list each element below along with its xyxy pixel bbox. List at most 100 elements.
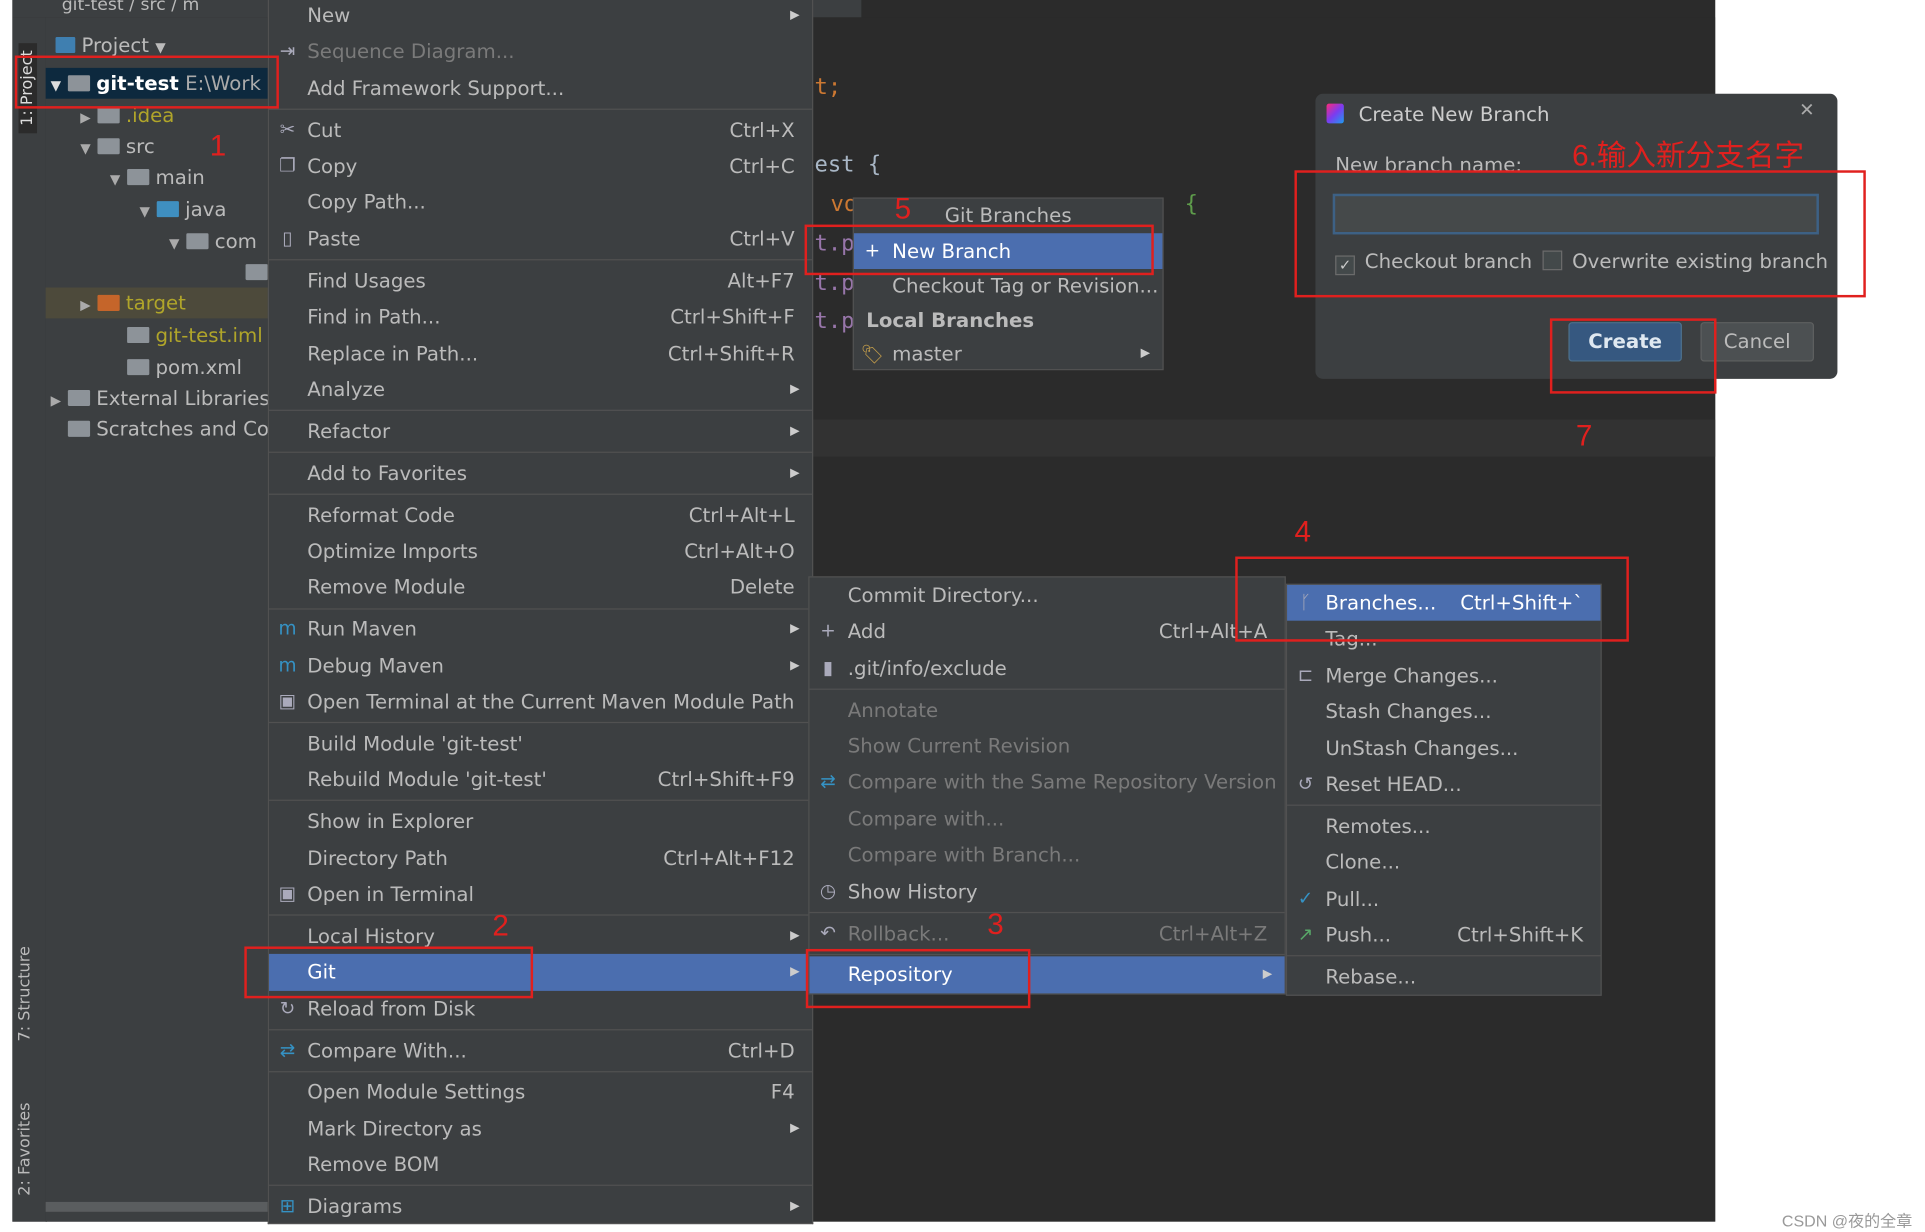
- tree-node-scratches-and-co[interactable]: Scratches and Co: [46, 413, 273, 444]
- menu-item-push[interactable]: ↗ Push... Ctrl+Shift+K: [1287, 917, 1600, 953]
- menu-item-copy[interactable]: ❐ Copy Ctrl+C: [269, 148, 812, 184]
- menu-item-refactor[interactable]: Refactor ▶: [269, 413, 812, 449]
- menu-item-find-in-path[interactable]: Find in Path... Ctrl+Shift+F: [269, 299, 812, 335]
- menu-item-compare-with[interactable]: ⇄ Compare With... Ctrl+D: [269, 1032, 812, 1068]
- menu-item-replace-in-path[interactable]: Replace in Path... Ctrl+Shift+R: [269, 335, 812, 371]
- menu-item-open-in-terminal[interactable]: ▣ Open in Terminal: [269, 876, 812, 912]
- submenu-arrow-icon: ▶: [1262, 967, 1273, 982]
- menu-item-add-framework-support[interactable]: Add Framework Support...: [269, 70, 812, 106]
- tab-favorites[interactable]: 2: Favorites: [16, 1103, 35, 1196]
- menu-item-open-module-settings[interactable]: Open Module Settings F4: [269, 1074, 812, 1110]
- menu-item-analyze[interactable]: Analyze ▶: [269, 371, 812, 407]
- submenu-arrow-icon: ▶: [1140, 346, 1151, 361]
- breadcrumb-item[interactable]: git-test: [62, 0, 124, 15]
- annotation-box-6: [1294, 170, 1866, 298]
- breadcrumb-item[interactable]: m: [183, 0, 200, 15]
- menu-item-remotes[interactable]: Remotes...: [1287, 808, 1600, 844]
- menu-item-stash-changes[interactable]: Stash Changes...: [1287, 694, 1600, 730]
- menu-separator: [269, 451, 812, 453]
- menu-separator: [269, 1028, 812, 1031]
- menu-item-label: Refactor: [307, 419, 391, 443]
- menu-item-pull[interactable]: ✓ Pull...: [1287, 881, 1600, 917]
- code-fragment: {: [1184, 191, 1199, 218]
- menu-separator: [809, 688, 1285, 690]
- left-tool-strip: 1: Project 7: Structure 2: Favorites: [12, 17, 47, 1222]
- menu-item-label: Show Current Revision: [847, 734, 1071, 758]
- menu-item-compare-with-the-same-repository-version[interactable]: ⇄ Compare with the Same Repository Versio…: [810, 764, 1285, 800]
- menu-item-label: Diagrams: [307, 1194, 403, 1219]
- menu-item-debug-maven[interactable]: m Debug Maven ▶: [269, 647, 812, 683]
- horizontal-scrollbar[interactable]: [45, 1201, 268, 1212]
- tag-icon: 🏷: [860, 343, 885, 366]
- menu-item-cut[interactable]: ✂ Cut Ctrl+X: [269, 112, 812, 148]
- code-fragment: t;: [814, 74, 842, 100]
- menu-item-commit-directory[interactable]: Commit Directory...: [810, 578, 1285, 614]
- annotation-number: 7: [1575, 419, 1593, 453]
- tab-structure[interactable]: 7: Structure: [16, 946, 35, 1041]
- menu-item-remove-bom[interactable]: Remove BOM: [269, 1147, 812, 1183]
- menu-item-open-terminal-at-the-current-maven-module-path[interactable]: ▣ Open Terminal at the Current Maven Modu…: [269, 684, 812, 720]
- menu-item-add-to-favorites[interactable]: Add to Favorites ▶: [269, 455, 812, 491]
- menu-separator: [1287, 955, 1601, 957]
- libraries-icon: [67, 389, 91, 406]
- menu-item-compare-with-branch[interactable]: Compare with Branch...: [810, 837, 1285, 873]
- maven-run-icon: m: [278, 617, 297, 640]
- menu-item-label: Mark Directory as: [307, 1116, 482, 1141]
- menu-item-label: Copy: [307, 154, 358, 178]
- menu-item-show-in-explorer[interactable]: Show in Explorer: [269, 804, 812, 840]
- menu-item-label: Copy Path...: [307, 190, 426, 215]
- ignore-file-icon: ▮: [822, 656, 834, 679]
- menu-item-sequence-diagram[interactable]: ⇥ Sequence Diagram...: [269, 34, 812, 70]
- menu-item-new[interactable]: New ▶: [269, 0, 812, 34]
- annotation-box-3: [805, 948, 1031, 1009]
- expand-arrow-icon: ▶: [80, 297, 91, 314]
- menu-item-diagrams[interactable]: ⊞ Diagrams ▶: [269, 1188, 812, 1224]
- menu-item-label: Merge Changes...: [1325, 663, 1498, 688]
- close-icon[interactable]: ✕: [1799, 99, 1815, 121]
- menu-item-label: Commit Directory...: [847, 583, 1039, 608]
- menu-item-rollback[interactable]: ↶ Rollback... Ctrl+Alt+Z: [810, 915, 1285, 951]
- menu-item-copy-path[interactable]: Copy Path...: [269, 184, 812, 220]
- menu-item-label: Remotes...: [1325, 814, 1431, 838]
- menu-item-paste[interactable]: ▯ Paste Ctrl+V: [269, 221, 812, 257]
- menu-item-label: Cut: [307, 118, 342, 142]
- menu-item-optimize-imports[interactable]: Optimize Imports Ctrl+Alt+O: [269, 533, 812, 569]
- menu-item-reformat-code[interactable]: Reformat Code Ctrl+Alt+L: [269, 497, 812, 533]
- menu-item-remove-module[interactable]: Remove Module Delete: [269, 569, 812, 605]
- menu-item-build-module-git-test[interactable]: Build Module 'git-test': [269, 725, 812, 761]
- maven-debug-icon: m: [278, 653, 297, 676]
- menu-item-compare-with[interactable]: Compare with...: [810, 801, 1285, 837]
- copy-icon: ❐: [279, 154, 296, 177]
- breadcrumb-item[interactable]: src: [140, 0, 165, 15]
- menu-item-run-maven[interactable]: m Run Maven ▶: [269, 611, 812, 647]
- menu-item-show-history[interactable]: ◷ Show History: [810, 873, 1285, 909]
- cancel-button[interactable]: Cancel: [1700, 322, 1814, 362]
- menu-item-annotate[interactable]: Annotate: [810, 692, 1285, 728]
- tree-node-external-libraries[interactable]: ▶ External Libraries: [46, 383, 273, 414]
- menu-item-shortcut: Ctrl+Shift+K: [1457, 923, 1584, 947]
- menu-item-rebuild-module-git-test[interactable]: Rebuild Module 'git-test' Ctrl+Shift+F9: [269, 762, 812, 798]
- menu-item-git-info-exclude[interactable]: ▮ .git/info/exclude: [810, 650, 1285, 686]
- menu-item-label: Show History: [847, 879, 978, 903]
- tree-node-src[interactable]: ▼ src: [46, 131, 303, 162]
- menu-item-show-current-revision[interactable]: Show Current Revision: [810, 728, 1285, 764]
- menu-item-merge-changes[interactable]: ⊏ Merge Changes...: [1287, 657, 1600, 693]
- menu-item-clone[interactable]: Clone...: [1287, 844, 1600, 880]
- menu-item-label: Compare with...: [847, 806, 1005, 831]
- menu-item-shortcut: Ctrl+Alt+Z: [1158, 921, 1268, 945]
- menu-separator: [809, 911, 1285, 913]
- menu-item-directory-path[interactable]: Directory Path Ctrl+Alt+F12: [269, 840, 812, 876]
- menu-item-rebase[interactable]: Rebase...: [1287, 959, 1600, 995]
- menu-item-mark-directory-as[interactable]: Mark Directory as ▶: [269, 1110, 812, 1146]
- menu-item-reset-head[interactable]: ↺ Reset HEAD...: [1287, 766, 1600, 802]
- tree-node-target[interactable]: ▶ target: [45, 287, 303, 319]
- branch-item-master[interactable]: 🏷 master ▶: [854, 338, 1163, 370]
- menu-item-label: Run Maven: [307, 617, 417, 641]
- menu-item-add[interactable]: + Add Ctrl+Alt+A: [810, 614, 1285, 650]
- menu-item-label: Rollback...: [847, 921, 950, 945]
- menu-item-find-usages[interactable]: Find Usages Alt+F7: [269, 263, 812, 299]
- menu-item-label: Add Framework Support...: [307, 76, 565, 100]
- screenshot-stage: t; est { vo { t.p t.p t.p git-test / src…: [0, 0, 1925, 1230]
- menu-item-unstash-changes[interactable]: UnStash Changes...: [1287, 730, 1600, 766]
- pull-icon: ✓: [1297, 886, 1314, 909]
